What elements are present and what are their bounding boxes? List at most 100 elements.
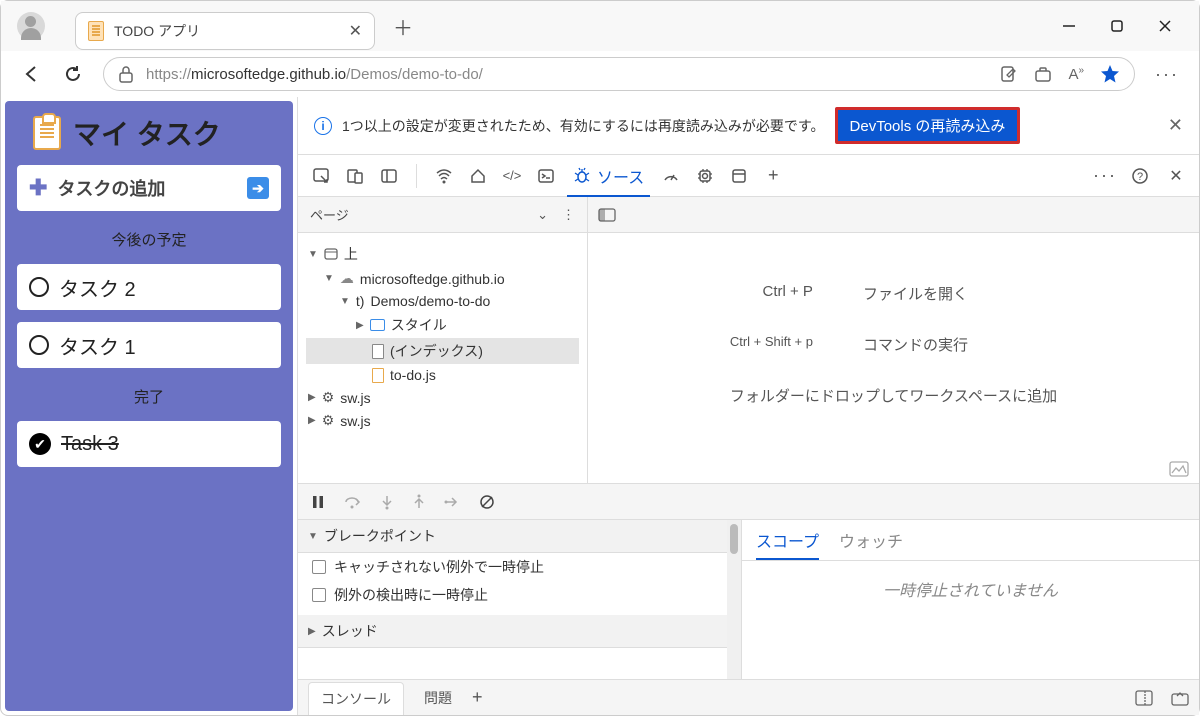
tree-item-path[interactable]: ▼t) Demos/demo-to-do [306, 290, 579, 312]
submit-arrow-icon[interactable]: ➔ [247, 177, 269, 199]
circle-icon[interactable] [29, 335, 49, 355]
infobar-message: 1つ以上の設定が変更されたため、有効にするには再度読み込みが必要です。 [342, 116, 825, 136]
breakpoints-header[interactable]: ▼ブレークポイント [298, 520, 741, 553]
panel-icon[interactable] [376, 163, 402, 189]
task-item[interactable]: タスク 1 [17, 322, 281, 368]
threads-header[interactable]: ▶スレッド [298, 615, 741, 648]
panel-toggle-icon[interactable] [598, 208, 616, 222]
tab-title: TODO アプリ [114, 21, 339, 41]
devtools-reload-button[interactable]: DevTools の再読み込み [835, 107, 1021, 144]
window-maximize-button[interactable] [1107, 16, 1127, 36]
sources-navigator: ページ ⌄ ⋮ ▼上 ▼☁microsoftedge.github.io ▼t)… [298, 197, 588, 483]
refresh-button[interactable] [63, 64, 83, 84]
scope-panel: スコープ ウォッチ 一時停止されていません [742, 520, 1199, 679]
browser-tab[interactable]: TODO アプリ ✕ [75, 12, 375, 50]
debugger-toolbar [298, 483, 1199, 519]
sources-tab[interactable]: ソース [567, 155, 650, 197]
devtools-toolbar: </> ソース + ··· ? ✕ [298, 155, 1199, 197]
device-icon[interactable] [342, 163, 368, 189]
devtools-drawer: コンソール 問題 + [298, 679, 1199, 715]
page-tab-header[interactable]: ページ ⌄ ⋮ [298, 197, 587, 233]
check-icon[interactable]: ✔ [29, 433, 51, 455]
profile-avatar[interactable] [17, 12, 45, 40]
memory-icon[interactable] [692, 163, 718, 189]
performance-icon[interactable] [658, 163, 684, 189]
tree-item-sw[interactable]: ▶⚙sw.js [306, 409, 579, 432]
add-tab-icon[interactable]: + [760, 163, 786, 189]
plus-icon: ✚ [29, 175, 47, 201]
new-tab-button[interactable]: ＋ [393, 12, 413, 41]
info-icon: i [314, 117, 332, 135]
expand-icon[interactable] [1171, 690, 1189, 706]
url-text: https://microsoftedge.github.io/Demos/de… [146, 66, 483, 83]
scope-message: 一時停止されていません [742, 561, 1199, 679]
page-label: ページ [310, 205, 349, 224]
task-item[interactable]: タスク 2 [17, 264, 281, 310]
read-aloud-icon[interactable]: A» [1068, 65, 1084, 83]
inspect-icon[interactable] [308, 163, 334, 189]
dock-icon[interactable] [1135, 690, 1153, 706]
hint-key: Ctrl + Shift + p [588, 334, 863, 355]
deactivate-breakpoints-icon[interactable] [478, 493, 496, 511]
scope-tab[interactable]: スコープ [756, 528, 819, 560]
address-bar: https://microsoftedge.github.io/Demos/de… [1, 51, 1199, 97]
issues-tab[interactable]: 問題 [424, 688, 452, 708]
upcoming-header: 今後の予定 [17, 223, 281, 252]
pause-button[interactable] [310, 494, 326, 510]
sources-editor: Ctrl + Pファイルを開く Ctrl + Shift + pコマンドの実行 … [588, 197, 1199, 483]
browser-titlebar: TODO アプリ ✕ ＋ [1, 1, 1199, 51]
close-icon[interactable]: ✕ [1168, 115, 1183, 136]
watch-tab[interactable]: ウォッチ [839, 528, 903, 560]
devtools-menu-icon[interactable]: ··· [1093, 165, 1117, 186]
tree-item-style[interactable]: ▶スタイル [306, 312, 579, 338]
task-label: タスク 2 [59, 273, 136, 302]
favorite-star-icon[interactable] [1100, 64, 1120, 84]
code-icon[interactable]: </> [499, 163, 525, 189]
url-box[interactable]: https://microsoftedge.github.io/Demos/de… [103, 57, 1135, 91]
back-button[interactable] [21, 63, 43, 85]
help-icon[interactable]: ? [1127, 163, 1153, 189]
caught-exceptions-checkbox[interactable]: 例外の検出時に一時停止 [298, 581, 741, 609]
tree-item-index[interactable]: (インデックス) [306, 338, 579, 364]
tree-item-top[interactable]: ▼上 [306, 241, 579, 267]
chevron-down-icon[interactable]: ⌄ [537, 207, 548, 223]
briefcase-icon[interactable] [1034, 65, 1052, 83]
file-tree: ▼上 ▼☁microsoftedge.github.io ▼t) Demos/d… [298, 233, 587, 483]
task-item[interactable]: ✔ Task 3 [17, 421, 281, 467]
console-icon[interactable] [533, 163, 559, 189]
circle-icon[interactable] [29, 277, 49, 297]
tree-item-host[interactable]: ▼☁microsoftedge.github.io [306, 267, 579, 290]
uncaught-exceptions-checkbox[interactable]: キャッチされない例外で一時停止 [298, 553, 741, 581]
clipboard-icon [33, 116, 61, 150]
close-icon[interactable]: ✕ [1163, 163, 1189, 189]
browser-menu-button[interactable]: ··· [1155, 64, 1179, 85]
step-out-icon [412, 494, 426, 510]
clipboard-icon [88, 21, 104, 41]
network-icon[interactable] [431, 163, 457, 189]
step-over-icon [344, 494, 362, 510]
task-label: タスク 1 [59, 331, 136, 360]
sources-tab-label: ソース [597, 164, 644, 188]
hint-key: Ctrl + P [588, 283, 863, 304]
application-icon[interactable] [726, 163, 752, 189]
edit-page-icon[interactable] [1000, 65, 1018, 83]
editor-hints: Ctrl + Pファイルを開く Ctrl + Shift + pコマンドの実行 … [588, 233, 1199, 455]
tree-item-js[interactable]: to-do.js [306, 364, 579, 386]
add-drawer-tab[interactable]: + [472, 687, 483, 708]
more-icon[interactable]: ⋮ [562, 207, 575, 223]
close-icon[interactable]: ✕ [349, 21, 362, 41]
editor-header [588, 197, 1199, 233]
hint-label: コマンドの実行 [863, 334, 1199, 355]
tree-item-sw[interactable]: ▶⚙sw.js [306, 386, 579, 409]
scrollbar[interactable] [727, 520, 741, 679]
add-task-input[interactable]: ✚ タスクの追加 ➔ [17, 165, 281, 211]
window-close-button[interactable] [1155, 16, 1175, 36]
home-icon[interactable] [465, 163, 491, 189]
step-icon [444, 494, 460, 510]
add-task-label: タスクの追加 [57, 175, 165, 201]
console-tab[interactable]: コンソール [308, 682, 404, 715]
task-label: Task 3 [61, 433, 119, 456]
completed-header: 完了 [17, 380, 281, 409]
window-minimize-button[interactable] [1059, 16, 1079, 36]
devtools-infobar: i 1つ以上の設定が変更されたため、有効にするには再度読み込みが必要です。 De… [298, 97, 1199, 155]
